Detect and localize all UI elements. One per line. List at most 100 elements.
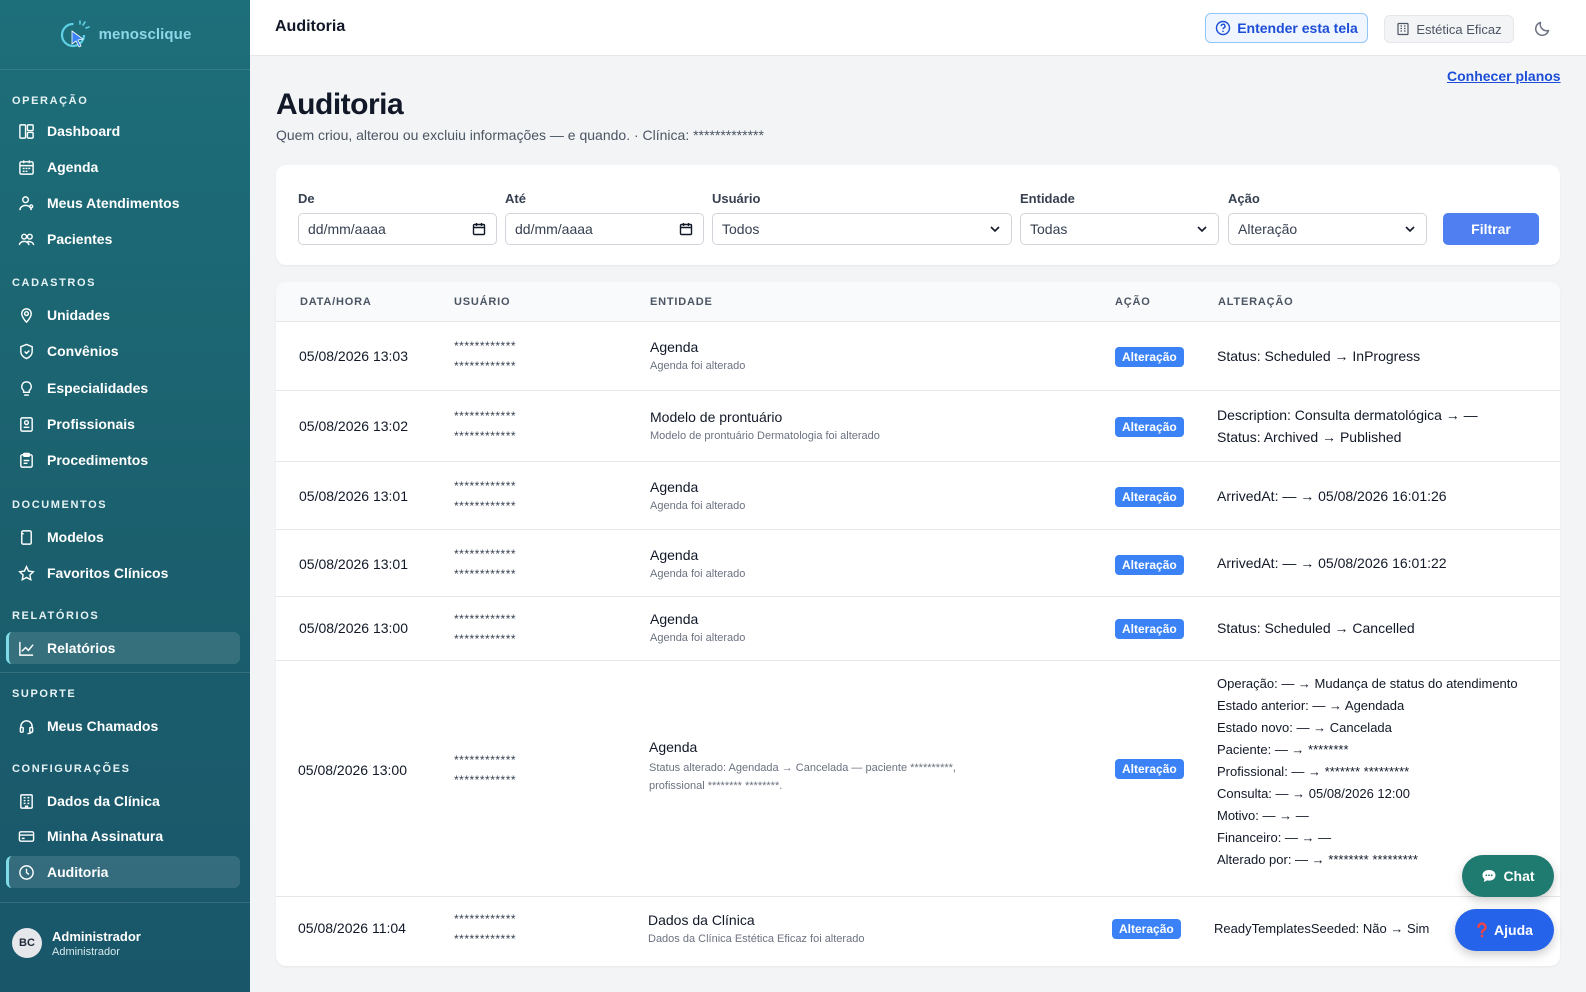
stethoscope-user-icon: [19, 195, 34, 210]
row-change: Operação: — → Mudança de status do atend…: [1217, 673, 1518, 871]
logo[interactable]: menosclique: [0, 0, 250, 70]
row-entity-title: Agenda: [650, 611, 699, 627]
chevron-down-icon: [990, 226, 1000, 233]
status-badge: Alteração: [1115, 487, 1184, 507]
column-header-date: DATA/HORA: [300, 296, 372, 308]
row-user-email: ************: [454, 499, 517, 513]
sidebar-item-dashboard[interactable]: Dashboard: [6, 115, 240, 147]
shield-icon: [20, 343, 33, 359]
filter-acao-select[interactable]: Alteração: [1228, 213, 1427, 245]
row-user: ************ ************: [454, 909, 516, 949]
dashboard-icon: [19, 123, 34, 139]
table-row: 05/08/2026 13:00 ************ **********…: [276, 661, 1560, 897]
row-entity-title: Agenda: [650, 547, 699, 563]
calendar-icon: [19, 159, 34, 175]
sidebar-item-favoritos[interactable]: Favoritos Clínicos: [6, 557, 240, 589]
clinic-selector[interactable]: Estética Eficaz: [1384, 15, 1514, 43]
row-user-name: ************: [454, 547, 517, 561]
row-entity-desc: Agenda foi alterado: [650, 568, 746, 580]
question-mark-icon: [1477, 922, 1487, 938]
sidebar-item-label: Agenda: [47, 159, 99, 175]
change-line: Status: Scheduled → Cancelled: [1217, 620, 1415, 636]
line-chart-icon: [19, 641, 34, 656]
audit-table: DATA/HORA USUÁRIO ENTIDADE AÇÃO ALTERAÇÃ…: [276, 282, 1560, 966]
status-badge: Alteração: [1115, 417, 1184, 437]
sidebar-item-modelos[interactable]: Modelos: [6, 521, 240, 553]
map-pin-icon: [21, 307, 32, 323]
user-role: Administrador: [52, 945, 120, 958]
sidebar-item-unidades[interactable]: Unidades: [6, 299, 240, 331]
filters-panel: De dd/mm/aaaa Até dd/mm/aaaa Usuário Tod…: [276, 165, 1560, 265]
row-entity: Agenda Agenda foi alterado: [650, 479, 745, 515]
table-row: 05/08/2026 13:02 ************ **********…: [276, 391, 1560, 462]
change-line: Consulta: — → 05/08/2026 12:00: [1217, 786, 1410, 801]
row-change: Status: Scheduled → InProgress: [1217, 345, 1420, 367]
row-entity-desc: Agenda foi alterado: [650, 500, 746, 512]
filter-usuario-label: Usuário: [712, 191, 761, 206]
calendar-icon[interactable]: [679, 222, 693, 236]
calendar-icon[interactable]: [472, 222, 486, 236]
sidebar-item-profissionais[interactable]: Profissionais: [6, 408, 240, 440]
sidebar-item-label: Dashboard: [47, 123, 121, 139]
row-change: ReadyTemplatesSeeded: Não → Sim: [1214, 918, 1429, 940]
table-row: 05/08/2026 13:03 ************ **********…: [276, 322, 1560, 391]
sidebar-item-pacientes[interactable]: Pacientes: [6, 223, 240, 255]
understand-screen-button[interactable]: Entender esta tela: [1205, 13, 1368, 43]
filter-entidade-label: Entidade: [1020, 191, 1075, 206]
row-entity-title: Agenda: [650, 339, 699, 355]
star-icon: [18, 564, 35, 581]
change-line: Financeiro: — → —: [1217, 830, 1332, 845]
sidebar-item-label: Modelos: [47, 529, 104, 545]
change-line: ArrivedAt: — → 05/08/2026 16:01:22: [1217, 555, 1447, 571]
row-user-name: ************: [454, 479, 517, 493]
sidebar-item-agenda[interactable]: Agenda: [6, 151, 240, 183]
filter-ate-date-input[interactable]: dd/mm/aaaa: [505, 213, 704, 245]
sidebar-divider: [0, 902, 250, 903]
sidebar-item-procedimentos[interactable]: Procedimentos: [6, 444, 240, 476]
sidebar-item-especialidades[interactable]: Especialidades: [6, 372, 240, 404]
filter-entidade-select[interactable]: Todas: [1020, 213, 1219, 245]
user-profile[interactable]: BC Administrador Administrador: [12, 928, 141, 958]
page-subtitle: Quem criou, alterou ou excluiu informaçõ…: [276, 127, 764, 143]
building-icon: [1397, 22, 1409, 36]
filter-acao-label: Ação: [1228, 191, 1260, 206]
lightbulb-icon: [21, 380, 32, 396]
sidebar-item-meus-atendimentos[interactable]: Meus Atendimentos: [6, 187, 240, 219]
row-user-email: ************: [454, 773, 517, 787]
filter-usuario-select[interactable]: Todos: [712, 213, 1012, 245]
sidebar-item-label: Dados da Clínica: [47, 793, 160, 809]
filter-button[interactable]: Filtrar: [1443, 213, 1539, 245]
page-title: Auditoria: [276, 88, 404, 121]
row-date: 05/08/2026 13:01: [299, 488, 408, 504]
column-header-entity: ENTIDADE: [650, 296, 713, 308]
header-title: Auditoria: [275, 18, 346, 35]
plans-link[interactable]: Conhecer planos: [1447, 68, 1561, 84]
sidebar-item-relatorios[interactable]: Relatórios: [6, 632, 240, 664]
row-change: ArrivedAt: — → 05/08/2026 16:01:26: [1217, 485, 1447, 507]
sidebar-item-minha-assinatura[interactable]: Minha Assinatura: [6, 820, 240, 852]
sidebar-item-convenios[interactable]: Convênios: [6, 335, 240, 367]
filter-usuario-value: Todos: [722, 221, 760, 237]
row-date: 05/08/2026 11:04: [298, 920, 406, 936]
sidebar-item-auditoria[interactable]: Auditoria: [6, 856, 240, 888]
status-badge: Alteração: [1115, 555, 1184, 575]
moon-icon[interactable]: [1533, 18, 1553, 38]
row-entity-desc: Agenda foi alterado: [650, 632, 746, 644]
filter-entidade-value: Todas: [1030, 221, 1068, 237]
id-badge-icon: [20, 416, 33, 432]
filter-de-date-input[interactable]: dd/mm/aaaa: [298, 213, 497, 245]
row-user-email: ************: [454, 932, 517, 946]
help-button[interactable]: Ajuda: [1455, 909, 1554, 951]
column-header-change: ALTERAÇÃO: [1218, 296, 1294, 308]
row-entity-desc: Dados da Clínica Estética Eficaz foi alt…: [648, 933, 865, 945]
sidebar-item-label: Especialidades: [47, 380, 149, 396]
column-header-user: USUÁRIO: [454, 296, 511, 308]
row-date: 05/08/2026 13:03: [299, 348, 408, 364]
credit-card-icon: [18, 830, 35, 842]
row-user-name: ************: [454, 339, 517, 353]
sidebar-item-dados-clinica[interactable]: Dados da Clínica: [6, 785, 240, 817]
row-entity-title: Agenda: [650, 479, 699, 495]
chat-button[interactable]: Chat: [1462, 855, 1554, 897]
row-change: ArrivedAt: — → 05/08/2026 16:01:22: [1217, 552, 1447, 574]
sidebar-item-meus-chamados[interactable]: Meus Chamados: [6, 710, 240, 742]
